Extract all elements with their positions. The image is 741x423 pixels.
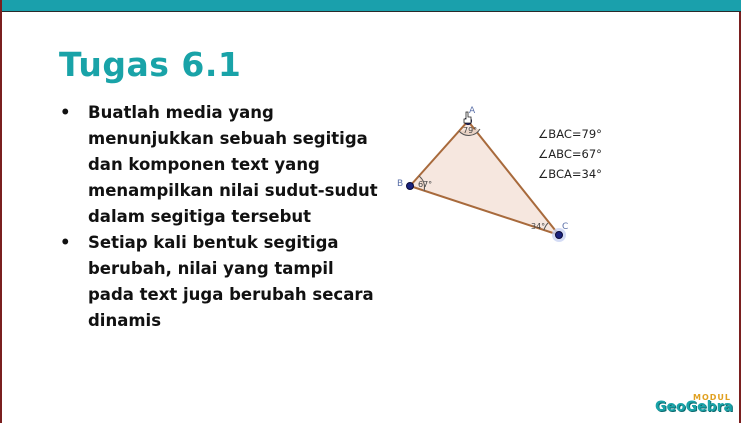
- bullet-list: • Buatlah media yang menunjukkan sebuah …: [60, 100, 380, 334]
- angle-label-a: 79°: [463, 126, 477, 135]
- bullet-text: Buatlah media yang menunjukkan sebuah se…: [88, 103, 378, 226]
- slide-title: Tugas 6.1: [59, 45, 242, 84]
- slide: Tugas 6.1 • Buatlah media yang menunjukk…: [0, 0, 741, 423]
- vertex-label-a: A: [469, 106, 476, 116]
- vertex-point-b[interactable]: [406, 182, 414, 190]
- bullet-item: • Buatlah media yang menunjukkan sebuah …: [60, 100, 380, 230]
- bullet-dot: •: [60, 103, 71, 122]
- triangle-shape: [408, 119, 562, 237]
- angle-readout-bac: ∠BAC=79°: [538, 127, 602, 141]
- logo-main-text: GeoGebra: [655, 399, 733, 415]
- bullet-item: • Setiap kali bentuk segitiga berubah, n…: [60, 230, 380, 334]
- bullet-dot: •: [60, 233, 71, 252]
- bullet-text: Setiap kali bentuk segitiga berubah, nil…: [88, 233, 374, 330]
- angle-readout-abc: ∠ABC=67°: [538, 147, 602, 161]
- angle-label-c: 34°: [531, 222, 545, 231]
- vertex-label-b: B: [397, 179, 403, 189]
- top-accent-bar: [2, 0, 741, 11]
- vertex-point-c[interactable]: [555, 231, 563, 239]
- angle-readout-bca: ∠BCA=34°: [538, 167, 602, 181]
- angle-readouts: ∠BAC=79° ∠ABC=67° ∠BCA=34°: [538, 124, 602, 184]
- vertex-label-c: C: [562, 222, 568, 232]
- angle-label-b: 67°: [418, 180, 432, 189]
- top-divider: [2, 11, 741, 12]
- geogebra-logo: MODUL GeoGebra: [655, 393, 733, 415]
